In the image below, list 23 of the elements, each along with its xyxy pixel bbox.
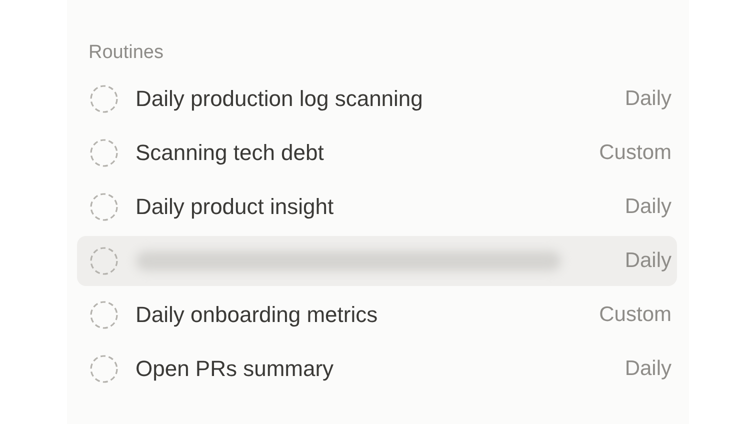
- routine-title: Open PRs summary: [136, 356, 334, 382]
- dashed-circle-icon: [88, 300, 118, 330]
- routine-row[interactable]: Daily production log scanning Daily: [76, 74, 676, 124]
- schedule-label: Daily: [624, 357, 672, 381]
- schedule-label: Daily: [624, 249, 672, 273]
- dashed-circle-icon: [88, 84, 118, 114]
- dashed-circle-icon: [88, 138, 118, 168]
- routine-title: Daily onboarding metrics: [136, 302, 378, 328]
- section-heading: Routines: [88, 42, 164, 64]
- schedule-label: Daily: [624, 87, 672, 111]
- routine-row[interactable]: Scanning tech debt Custom: [76, 128, 676, 178]
- schedule-label: Custom: [599, 303, 672, 327]
- schedule-label: Daily: [624, 195, 672, 219]
- dashed-circle-icon: [88, 354, 118, 384]
- routine-row[interactable]: Daily onboarding metrics Custom: [76, 290, 676, 340]
- dashed-circle-icon: [88, 192, 118, 222]
- routine-title: Daily product insight: [136, 194, 334, 220]
- routine-row[interactable]: Open PRs summary Daily: [76, 344, 676, 394]
- routine-title: Scanning tech debt: [136, 140, 324, 166]
- routine-row[interactable]: Daily product insight Daily: [76, 182, 676, 232]
- dashed-circle-icon: [88, 246, 118, 276]
- schedule-label: Custom: [599, 141, 672, 165]
- routine-title: Daily production log scanning: [136, 86, 423, 112]
